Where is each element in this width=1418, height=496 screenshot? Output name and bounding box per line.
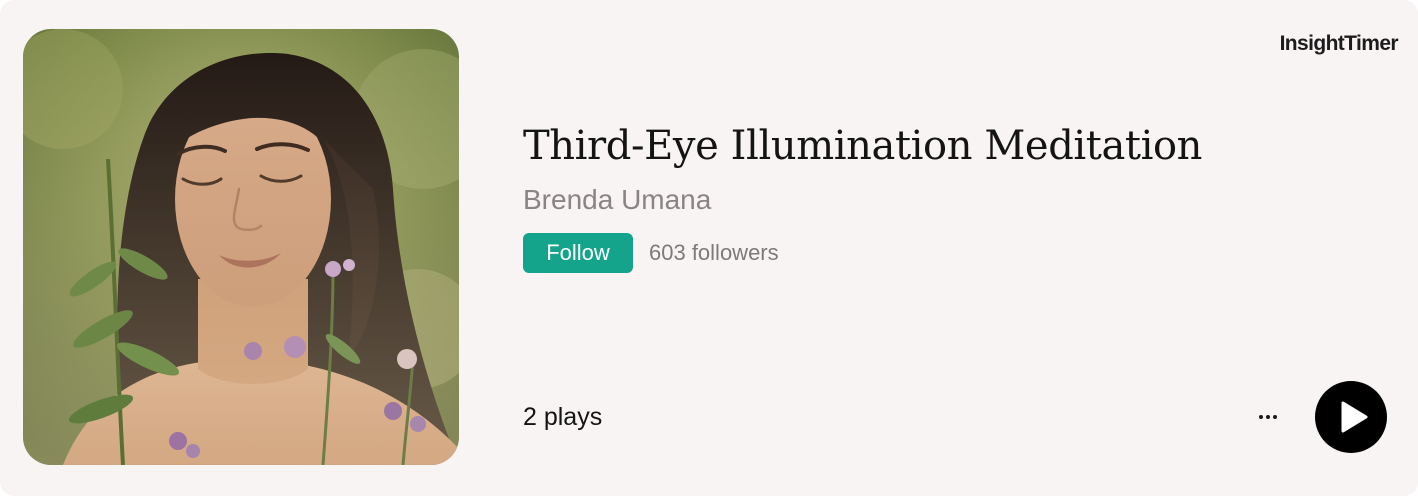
more-horizontal-icon-dot (1266, 415, 1270, 419)
cover-image[interactable] (23, 29, 459, 465)
play-icon (1341, 401, 1368, 433)
more-options-button[interactable] (1248, 399, 1288, 435)
cover-photo (23, 29, 459, 465)
more-horizontal-icon-dot (1273, 415, 1277, 419)
author-name[interactable]: Brenda Umana (523, 180, 711, 220)
play-button[interactable] (1315, 381, 1387, 453)
follow-button[interactable]: Follow (523, 233, 633, 273)
track-title: Third-Eye Illumination Meditation (523, 123, 1203, 169)
followers-count: 603 followers (649, 240, 779, 265)
more-horizontal-icon (1259, 415, 1263, 419)
brand-logo[interactable]: InsightTimer (1280, 32, 1399, 56)
track-card: InsightTimer Third-Eye Illumination Medi… (0, 0, 1418, 496)
plays-count: 2 plays (523, 403, 603, 431)
